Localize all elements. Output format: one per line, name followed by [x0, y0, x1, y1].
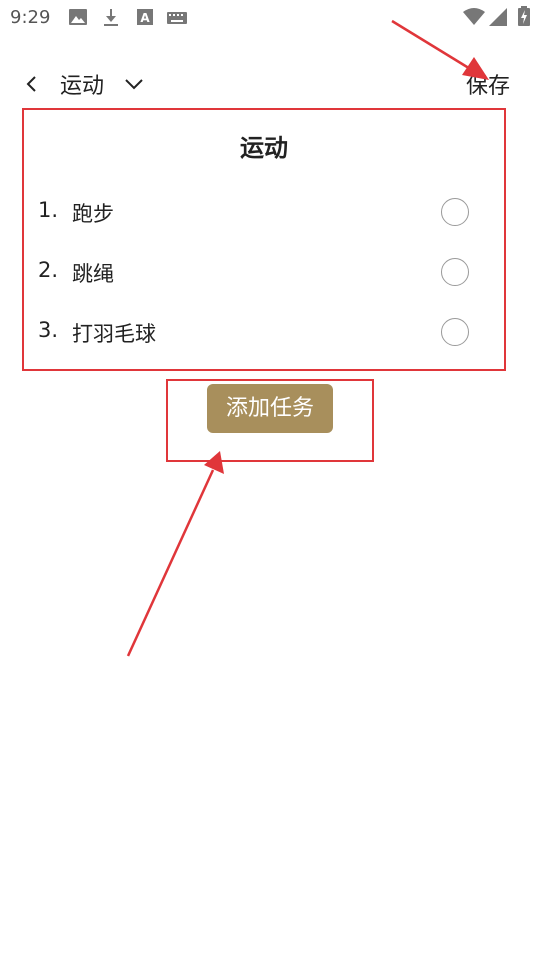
annotation-box-add-button — [166, 379, 374, 462]
annotation-arrow-add — [126, 469, 215, 657]
annotation-box-card — [22, 108, 506, 371]
status-time: 9:29 — [10, 7, 51, 28]
chevron-down-icon[interactable] — [122, 72, 146, 96]
font-icon: A — [137, 9, 153, 25]
svg-text:A: A — [140, 11, 150, 25]
header-bar: 运动 保存 — [0, 56, 540, 112]
status-bar: 9:29 A — [0, 0, 540, 36]
wifi-icon — [463, 8, 485, 25]
back-icon[interactable] — [20, 72, 44, 96]
battery-charging-icon — [518, 6, 530, 26]
image-icon — [69, 9, 87, 25]
save-button[interactable]: 保存 — [466, 68, 510, 100]
keyboard-icon — [167, 12, 187, 24]
download-icon — [104, 9, 118, 26]
signal-icon — [489, 8, 507, 26]
page-title[interactable]: 运动 — [60, 68, 104, 100]
